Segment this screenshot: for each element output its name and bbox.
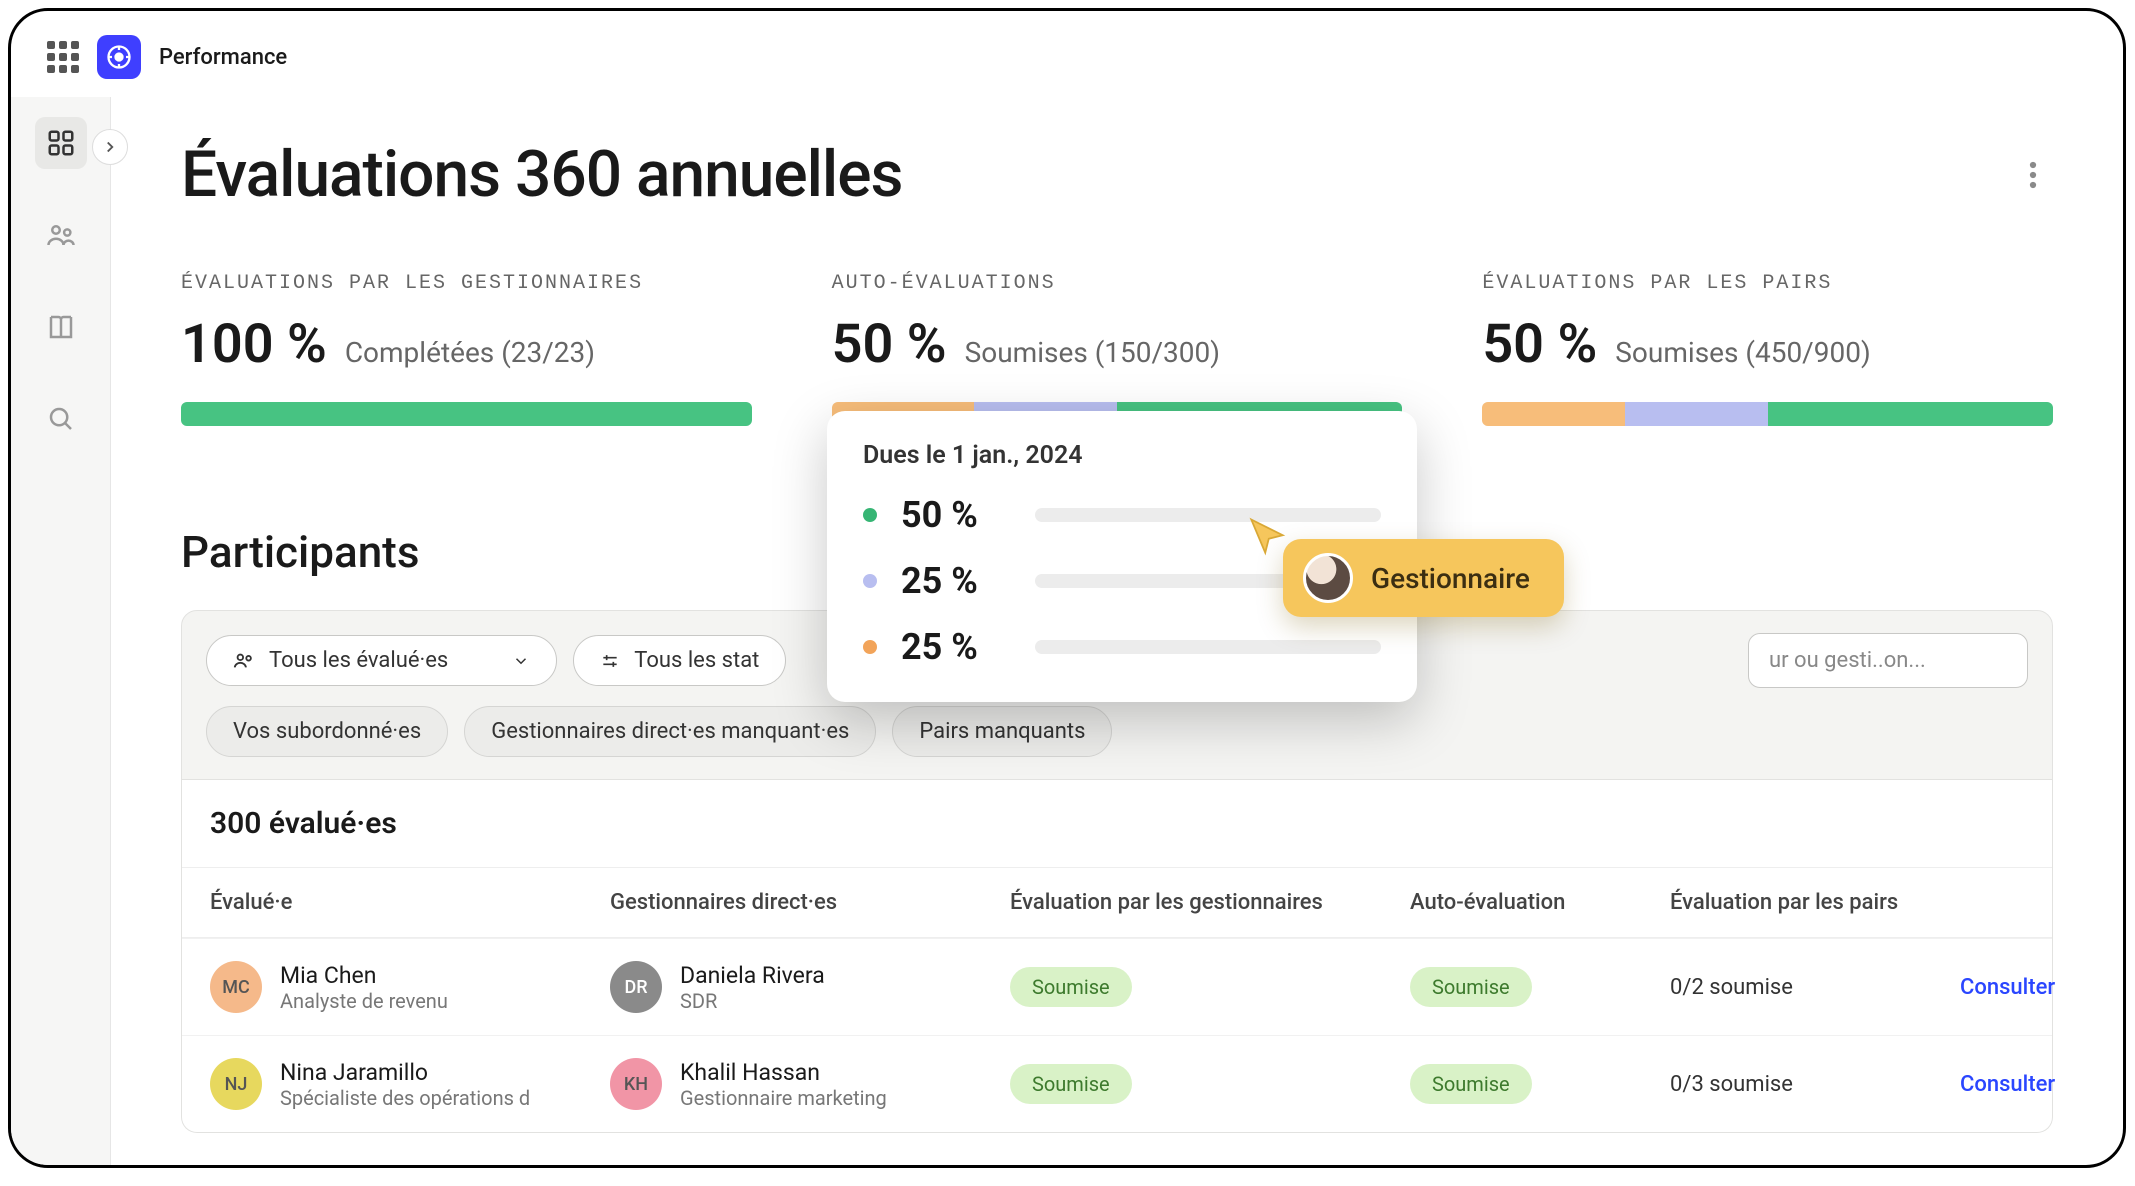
kpi-label: ÉVALUATIONS PAR LES GESTIONNAIRES	[181, 272, 752, 295]
legend-dot-icon	[863, 574, 877, 588]
app-name: Performance	[159, 45, 287, 70]
view-link[interactable]: Consulter	[1960, 1072, 2123, 1097]
popover-row: 50 %	[863, 494, 1381, 536]
cursor-label: Gestionnaire	[1371, 562, 1530, 595]
manager-cell: KH Khalil Hassan Gestionnaire marketing	[610, 1058, 1000, 1110]
search-input[interactable]: ur ou gesti..on...	[1748, 633, 2028, 688]
sidebar-item-dashboard[interactable]	[35, 117, 87, 169]
chevron-down-icon	[512, 652, 530, 670]
sidebar-item-people[interactable]	[35, 209, 87, 261]
filter-status-dropdown[interactable]: Tous les stat	[573, 635, 786, 686]
kpi-progress-bar[interactable]	[1482, 402, 2053, 426]
table-row[interactable]: NJ Nina Jaramillo Spécialiste des opérat…	[182, 1035, 2052, 1132]
col-evaluee: Évalué·e	[210, 890, 600, 915]
status-badge: Soumise	[1410, 1064, 1532, 1104]
popover-bar	[1035, 508, 1381, 522]
kpi-status: Complétées (23/23)	[345, 336, 595, 369]
popover-value: 25 %	[901, 626, 1011, 668]
avatar: DR	[610, 961, 662, 1013]
page-title: Évaluations 360 annuelles	[181, 137, 902, 212]
status-badge: Soumise	[1010, 967, 1132, 1007]
person-name: Khalil Hassan	[680, 1059, 887, 1086]
person-role: Spécialiste des opérations d	[280, 1086, 530, 1110]
app-logo-icon[interactable]	[97, 35, 141, 79]
more-actions-button[interactable]	[2013, 155, 2053, 195]
avatar	[1303, 553, 1353, 603]
participants-table: 300 évalué·es Évalué·e Gestionnaires dir…	[181, 780, 2053, 1133]
status-badge: Soumise	[1010, 1064, 1132, 1104]
peer-progress: 0/2 soumise	[1670, 975, 1950, 1000]
kpi-peers: ÉVALUATIONS PAR LES PAIRS 50 % Soumises …	[1482, 272, 2053, 426]
col-mgr-eval: Évaluation par les gestionnaires	[1010, 890, 1400, 915]
avatar: MC	[210, 961, 262, 1013]
evaluee-cell: MC Mia Chen Analyste de revenu	[210, 961, 600, 1013]
popover-value: 25 %	[901, 560, 1011, 602]
view-link[interactable]: Consulter	[1960, 975, 2123, 1000]
col-peer-eval: Évaluation par les pairs	[1670, 890, 1950, 915]
search-placeholder: ur ou gesti..on...	[1769, 648, 1926, 673]
avatar: KH	[610, 1058, 662, 1110]
kpi-managers: ÉVALUATIONS PAR LES GESTIONNAIRES 100 % …	[181, 272, 752, 426]
person-name: Nina Jaramillo	[280, 1059, 530, 1086]
kpi-value: 50 %	[832, 313, 947, 376]
person-role: Analyste de revenu	[280, 989, 448, 1013]
chip-missing-managers[interactable]: Gestionnaires direct·es manquant·es	[464, 706, 876, 757]
filter-evaluees-dropdown[interactable]: Tous les évalué·es	[206, 635, 557, 686]
popover-bar	[1035, 640, 1381, 654]
filter-label: Tous les évalué·es	[269, 648, 448, 673]
person-name: Daniela Rivera	[680, 962, 825, 989]
people-icon	[233, 650, 255, 672]
filter-label: Tous les stat	[634, 648, 759, 673]
person-role: Gestionnaire marketing	[680, 1086, 887, 1110]
avatar: NJ	[210, 1058, 262, 1110]
popover-row: 25 %	[863, 626, 1381, 668]
person-name: Mia Chen	[280, 962, 448, 989]
kpi-label: AUTO-ÉVALUATIONS	[832, 272, 1403, 295]
popover-title: Dues le 1 jan., 2024	[863, 441, 1381, 470]
apps-grid-icon[interactable]	[47, 41, 79, 73]
evaluee-cell: NJ Nina Jaramillo Spécialiste des opérat…	[210, 1058, 600, 1110]
chip-missing-peers[interactable]: Pairs manquants	[892, 706, 1112, 757]
legend-dot-icon	[863, 640, 877, 654]
manager-cell: DR Daniela Rivera SDR	[610, 961, 1000, 1013]
cursor-icon	[1246, 516, 1288, 562]
chip-directs[interactable]: Vos subordonné·es	[206, 706, 448, 757]
kpi-label: ÉVALUATIONS PAR LES PAIRS	[1482, 272, 2053, 295]
kpi-self: AUTO-ÉVALUATIONS 50 % Soumises (150/300)	[832, 272, 1403, 426]
table-row[interactable]: MC Mia Chen Analyste de revenu DR Daniel…	[182, 938, 2052, 1035]
sliders-icon	[600, 651, 620, 671]
status-badge: Soumise	[1410, 967, 1532, 1007]
sidebar-item-search[interactable]	[35, 393, 87, 445]
kpi-value: 50 %	[1482, 313, 1597, 376]
table-header-row: Évalué·e Gestionnaires direct·es Évaluat…	[182, 868, 2052, 938]
col-self-eval: Auto-évaluation	[1410, 890, 1660, 915]
table-count: 300 évalué·es	[182, 780, 2052, 868]
sidebar	[11, 97, 111, 1168]
kpi-value: 100 %	[181, 313, 327, 376]
popover-value: 50 %	[901, 494, 1011, 536]
legend-dot-icon	[863, 508, 877, 522]
peer-progress: 0/3 soumise	[1670, 1072, 1950, 1097]
kpi-progress-bar	[181, 402, 752, 426]
kpi-status: Soumises (450/900)	[1615, 336, 1870, 369]
kpi-cards: ÉVALUATIONS PAR LES GESTIONNAIRES 100 % …	[181, 272, 2053, 426]
kpi-status: Soumises (150/300)	[965, 336, 1220, 369]
collaborator-cursor-badge: Gestionnaire	[1283, 539, 1564, 617]
person-role: SDR	[680, 989, 825, 1013]
col-managers: Gestionnaires direct·es	[610, 890, 1000, 915]
sidebar-item-docs[interactable]	[35, 301, 87, 353]
sidebar-expand-button[interactable]	[92, 129, 128, 165]
